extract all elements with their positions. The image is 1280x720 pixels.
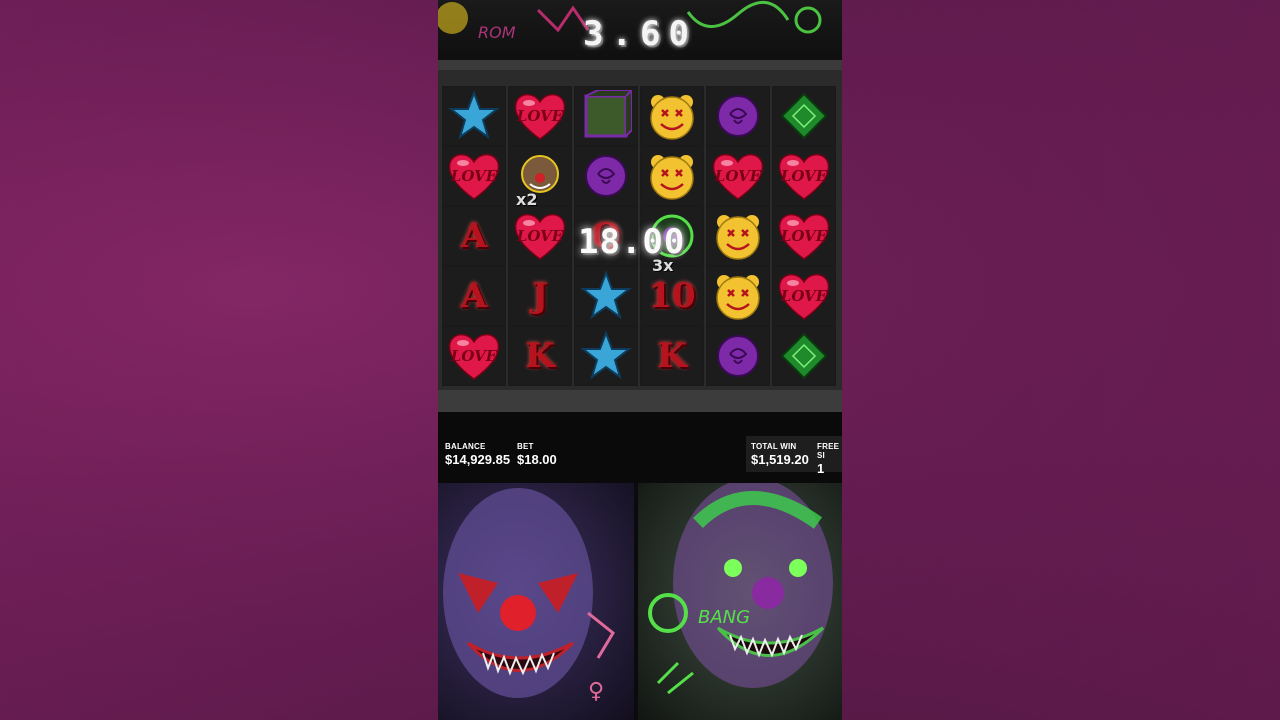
letter-symbol: 10 — [648, 276, 696, 316]
svg-text:BANG: BANG — [698, 607, 750, 628]
grid-cell: LOVE — [508, 206, 572, 266]
reel-frame: LOVE LOVE LOVE LOVE A LOVE Q LOVE A J 10 LOVE LOVE K K… — [438, 60, 842, 412]
grid-cell — [706, 86, 770, 146]
total-multiplier: 3.60 — [583, 14, 697, 54]
green-clown-face-icon: BANG — [648, 483, 833, 695]
bet-stat[interactable]: BET $18.00 — [517, 442, 557, 467]
free-spins-value: 1 — [817, 461, 825, 476]
green-gem-symbol-icon — [780, 92, 828, 140]
multiplier-badge-x2: x2 — [516, 190, 538, 209]
heart-symbol-icon: LOVE — [711, 151, 765, 201]
heart-label: LOVE — [450, 167, 498, 185]
background-right — [842, 0, 1280, 720]
star-symbol-icon — [580, 330, 632, 380]
grid-cell — [574, 326, 638, 386]
multiplier-badge-3x: 3x — [652, 256, 674, 275]
green-gem-symbol-icon — [780, 332, 828, 380]
bet-label: BET — [517, 442, 534, 451]
grid-cell — [640, 146, 704, 206]
jack-in-box-symbol-icon — [584, 90, 632, 138]
grid-cell: LOVE — [772, 206, 836, 266]
game-screen: ROM 3.60 LOVE LOVE LOVE LOVE A LOVE Q LOVE A J 10 L… — [438, 0, 842, 720]
background-left — [0, 0, 438, 720]
total-win-label: TOTAL WIN — [751, 442, 797, 451]
grid-cell: LOVE — [442, 146, 506, 206]
heart-label: LOVE — [780, 167, 828, 185]
grid-cell: LOVE — [772, 266, 836, 326]
free-spins-stat: FREE SI 1 — [817, 442, 842, 476]
balance-value: $14,929.85 — [445, 452, 511, 467]
grid-cell — [442, 86, 506, 146]
grid-cell — [574, 266, 638, 326]
svg-text:♀: ♀ — [588, 679, 604, 704]
heart-symbol-icon: LOVE — [513, 211, 567, 261]
heart-label: LOVE — [714, 167, 762, 185]
grid-cell — [574, 146, 638, 206]
grid-cell: 10 — [640, 266, 704, 326]
rose-symbol-icon — [717, 95, 759, 137]
free-spins-label: FREE SI — [817, 442, 840, 460]
letter-symbol: J — [531, 276, 549, 316]
grid-cell — [706, 266, 770, 326]
rose-symbol-icon — [717, 335, 759, 377]
heart-label: LOVE — [780, 287, 828, 305]
grid-cell — [706, 326, 770, 386]
smiley-symbol-icon — [716, 215, 760, 260]
grid-cell: A — [442, 266, 506, 326]
clown-image-right: BANG — [638, 483, 842, 720]
smiley-symbol-icon — [650, 95, 694, 140]
heart-symbol-icon: LOVE — [513, 91, 567, 141]
rose-symbol-icon — [585, 155, 627, 197]
grid-cell — [772, 326, 836, 386]
balance-stat: BALANCE $14,929.85 — [445, 442, 510, 467]
heart-symbol-icon: LOVE — [777, 271, 831, 321]
letter-symbol: A — [460, 276, 488, 316]
total-win-stat: TOTAL WIN $1,519.20 — [751, 442, 809, 467]
heart-label: LOVE — [780, 227, 828, 245]
grid-cell: J — [508, 266, 572, 326]
letter-symbol: K — [657, 336, 687, 376]
grid-cell: A — [442, 206, 506, 266]
letter-symbol: K — [525, 336, 555, 376]
heart-symbol-icon: LOVE — [777, 151, 831, 201]
star-symbol-icon — [448, 90, 500, 140]
grid-cell — [640, 86, 704, 146]
grid-cell: LOVE — [706, 146, 770, 206]
total-win-value: $1,519.20 — [751, 452, 809, 467]
heart-label: LOVE — [450, 347, 498, 365]
letter-symbol: A — [460, 216, 488, 256]
balance-label: BALANCE — [445, 442, 486, 451]
grid-cell: LOVE — [508, 86, 572, 146]
heart-label: LOVE — [516, 107, 564, 125]
heart-symbol-icon: LOVE — [447, 331, 501, 381]
top-banner: ROM 3.60 — [438, 0, 842, 60]
grid-cell: K — [640, 326, 704, 386]
smiley-symbol-icon — [716, 275, 760, 320]
grid-cell — [706, 206, 770, 266]
clown-image-left: ♀ — [438, 483, 634, 720]
red-clown-face-icon: ♀ — [443, 488, 615, 704]
heart-symbol-icon: LOVE — [777, 211, 831, 261]
grid-cell: LOVE — [772, 146, 836, 206]
grid-cell — [772, 86, 836, 146]
grid-cell: K — [508, 326, 572, 386]
heart-label: LOVE — [516, 227, 564, 245]
info-bar: BALANCE $14,929.85 BET $18.00 TOTAL WIN … — [438, 412, 842, 483]
star-symbol-icon — [580, 270, 632, 320]
smiley-symbol-icon — [650, 155, 694, 200]
heart-symbol-icon: LOVE — [447, 151, 501, 201]
bet-value: $18.00 — [517, 452, 557, 467]
grid-cell: LOVE — [442, 326, 506, 386]
grid-cell — [574, 86, 638, 146]
